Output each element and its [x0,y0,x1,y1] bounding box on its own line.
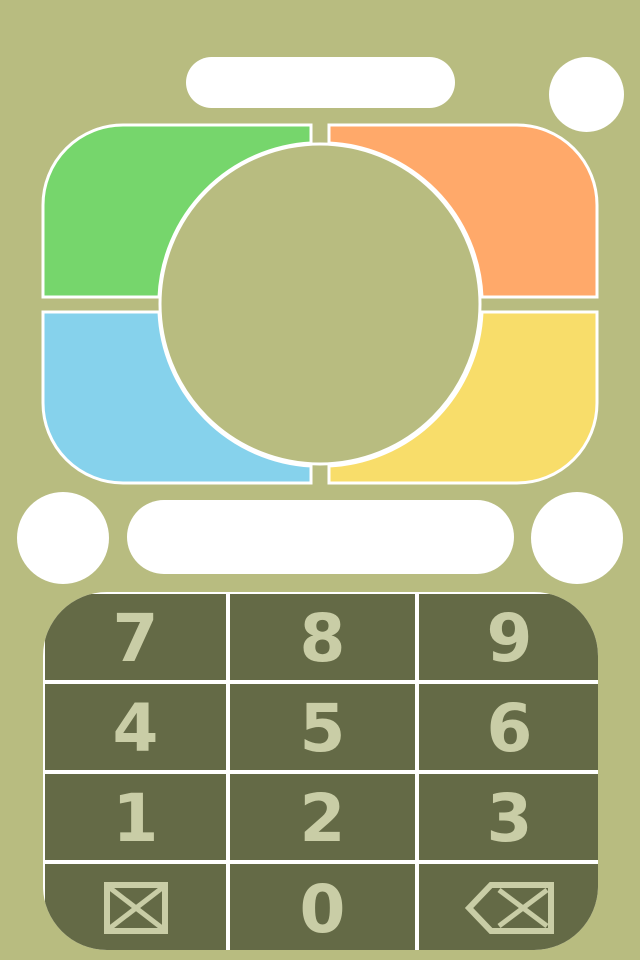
backspace-icon [464,882,554,934]
dpad-down-right-button[interactable] [327,310,599,485]
dpad-center-button[interactable] [158,142,482,466]
key-7[interactable]: 7 [45,594,226,680]
phone-face: 7 8 9 4 5 6 1 2 3 0 [0,0,640,960]
middle-display-bar [127,500,514,574]
key-8[interactable]: 8 [230,594,415,680]
number-keypad: 7 8 9 4 5 6 1 2 3 0 [43,592,598,950]
clear-box-icon [103,882,168,934]
key-9[interactable]: 9 [419,594,598,680]
key-6[interactable]: 6 [419,684,598,770]
key-4[interactable]: 4 [45,684,226,770]
dpad-down-left-button[interactable] [41,310,313,485]
top-right-round-button[interactable] [549,57,624,132]
dpad-up-left-button[interactable] [41,123,313,299]
key-2[interactable]: 2 [230,774,415,860]
right-soft-key[interactable] [531,492,623,584]
key-5[interactable]: 5 [230,684,415,770]
key-0[interactable]: 0 [230,864,415,950]
left-soft-key[interactable] [17,492,109,584]
dpad-up-right-button[interactable] [327,123,599,299]
backspace-key[interactable] [419,864,598,950]
clear-key[interactable] [45,864,226,950]
key-1[interactable]: 1 [45,774,226,860]
top-display-bar [186,57,455,108]
key-3[interactable]: 3 [419,774,598,860]
